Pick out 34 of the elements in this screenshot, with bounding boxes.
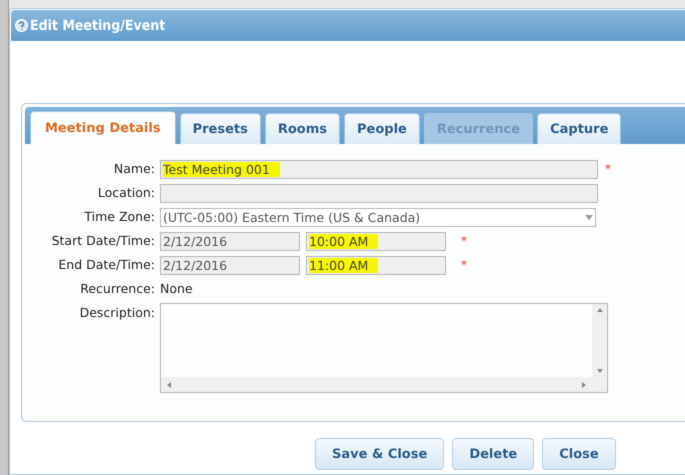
caret-icon [585, 214, 593, 220]
scroll-arrow-icon[interactable] [581, 382, 587, 388]
time-field[interactable]: 10:00 AM [306, 232, 446, 250]
window-title: Edit Meeting/Event [30, 18, 166, 34]
required-mark: * [461, 234, 467, 248]
text-area[interactable] [160, 303, 608, 393]
scroll-arrow-icon[interactable] [166, 382, 172, 388]
dialog-button[interactable]: Save & Close [315, 438, 444, 470]
help-icon[interactable] [15, 19, 28, 32]
field-label: End Date/Time: [57, 256, 155, 274]
field-label: Name: [112, 160, 155, 178]
field-label: Recurrence: [79, 280, 155, 298]
dropdown[interactable]: (UTC-05:00) Eastern Time (US & Canada) [160, 208, 596, 226]
input-field[interactable] [160, 184, 598, 202]
scroll-arrow-icon[interactable] [596, 368, 602, 374]
tab[interactable]: Meeting Details [30, 111, 176, 144]
required-mark: * [605, 162, 611, 176]
dialog-button[interactable]: Delete [452, 438, 534, 470]
input-field[interactable]: Test Meeting 001 [160, 160, 598, 178]
tab[interactable]: Capture [537, 113, 622, 144]
tab[interactable]: Rooms [264, 113, 340, 144]
tab[interactable]: Presets [180, 113, 261, 144]
field-label: Time Zone: [83, 208, 155, 226]
field-label: Location: [96, 184, 155, 202]
time-field[interactable]: 11:00 AM [306, 256, 446, 274]
recurrence-value: None [160, 280, 194, 298]
field-label: Start Date/Time: [50, 232, 155, 250]
dialog-button[interactable]: Close [542, 438, 616, 470]
field-label: Description: [78, 304, 155, 322]
scroll-arrow-icon[interactable] [596, 307, 602, 313]
date-field[interactable]: 2/12/2016 [160, 232, 300, 250]
tab[interactable]: People [344, 113, 420, 144]
date-field[interactable]: 2/12/2016 [160, 256, 300, 274]
required-mark: * [461, 258, 467, 272]
